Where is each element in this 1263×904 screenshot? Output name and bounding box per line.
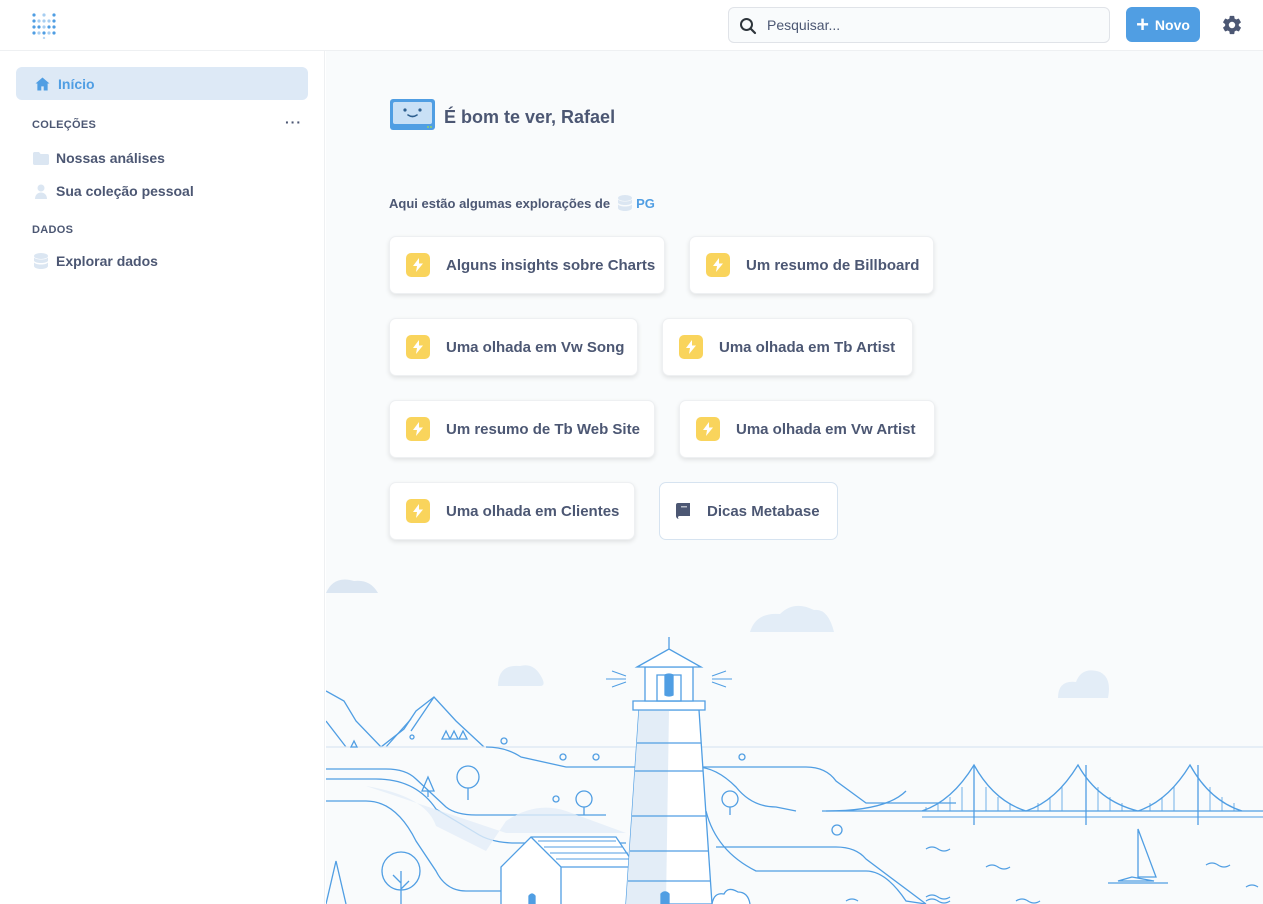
- card-name: Billboard: [854, 256, 920, 274]
- sidebar-item-explore-data[interactable]: Explorar dados: [32, 250, 158, 272]
- card-prefix: Uma olhada em: [446, 502, 557, 520]
- card-name: Vw Artist: [851, 420, 916, 438]
- metabot-icon: [389, 98, 436, 136]
- book-icon: [676, 503, 691, 519]
- tips-label: Dicas Metabase: [707, 502, 820, 520]
- database-icon: [618, 195, 633, 211]
- sidebar-item-nossas-analises[interactable]: Nossas análises: [32, 147, 165, 169]
- greeting-text: É bom te ver, Rafael: [444, 106, 616, 127]
- card-prefix: Uma olhada em: [446, 338, 557, 356]
- lighthouse-illustration: [326, 579, 1263, 904]
- sidebar: Início COLEÇÕES ··· Nossas análises Sua …: [0, 51, 325, 904]
- card-name: Charts: [607, 256, 656, 274]
- main-content: É bom te ver, Rafael Aqui estão algumas …: [326, 51, 1263, 904]
- new-button-label: Novo: [1154, 16, 1190, 33]
- search-icon: [739, 17, 757, 40]
- search-bar[interactable]: [728, 7, 1110, 43]
- database-name: PG: [636, 195, 655, 211]
- xray-card-tb-web-site[interactable]: Um resumo de Tb Web Site: [389, 400, 655, 458]
- home-icon: [35, 76, 50, 91]
- database-link[interactable]: PG: [618, 195, 655, 211]
- explore-label: Aqui estão algumas explorações de PG: [389, 195, 655, 211]
- sidebar-item-label: Sua coleção pessoal: [56, 183, 194, 199]
- card-name: Tb Web Site: [554, 420, 640, 438]
- plus-icon: +: [1136, 11, 1149, 37]
- folder-icon: [32, 151, 50, 165]
- card-prefix: Uma olhada em: [719, 338, 830, 356]
- bolt-icon: [406, 253, 430, 277]
- search-input[interactable]: [767, 8, 1097, 42]
- card-name: Vw Song: [561, 338, 625, 356]
- settings-gear-icon[interactable]: [1221, 14, 1243, 36]
- card-name: Clientes: [561, 502, 620, 520]
- xray-card-vw-artist[interactable]: Uma olhada em Vw Artist: [679, 400, 935, 458]
- bolt-icon: [706, 253, 730, 277]
- bolt-icon: [406, 499, 430, 523]
- sidebar-item-label: Explorar dados: [56, 253, 158, 269]
- xray-card-billboard[interactable]: Um resumo de Billboard: [689, 236, 934, 294]
- bolt-icon: [696, 417, 720, 441]
- explore-label-text: Aqui estão algumas explorações de: [389, 195, 611, 211]
- card-prefix: Alguns insights sobre: [446, 256, 604, 274]
- collections-section-title: COLEÇÕES: [32, 119, 97, 131]
- xray-card-tb-artist[interactable]: Uma olhada em Tb Artist: [662, 318, 913, 376]
- sidebar-item-home-label: Início: [58, 75, 95, 92]
- card-prefix: Um resumo de: [446, 420, 551, 438]
- xray-card-vw-song[interactable]: Uma olhada em Vw Song: [389, 318, 638, 376]
- metabase-logo[interactable]: [30, 11, 58, 40]
- new-button[interactable]: + Novo: [1126, 7, 1200, 42]
- bolt-icon: [679, 335, 703, 359]
- greeting: É bom te ver, Rafael: [389, 98, 615, 136]
- xray-card-charts[interactable]: Alguns insights sobre Charts: [389, 236, 665, 294]
- database-icon: [32, 253, 50, 269]
- collections-more-button[interactable]: ···: [285, 114, 302, 130]
- xray-card-clientes[interactable]: Uma olhada em Clientes: [389, 482, 635, 540]
- sidebar-item-home[interactable]: Início: [16, 67, 308, 100]
- sidebar-item-label: Nossas análises: [56, 150, 165, 166]
- metabase-tips-card[interactable]: Dicas Metabase: [659, 482, 838, 540]
- sidebar-item-personal-collection[interactable]: Sua coleção pessoal: [32, 180, 194, 202]
- bolt-icon: [406, 417, 430, 441]
- data-section-title: DADOS: [32, 224, 74, 236]
- top-bar: + Novo: [0, 0, 1263, 51]
- card-name: Tb Artist: [834, 338, 896, 356]
- card-prefix: Um resumo de: [746, 256, 851, 274]
- bolt-icon: [406, 335, 430, 359]
- person-icon: [32, 184, 50, 199]
- card-prefix: Uma olhada em: [736, 420, 847, 438]
